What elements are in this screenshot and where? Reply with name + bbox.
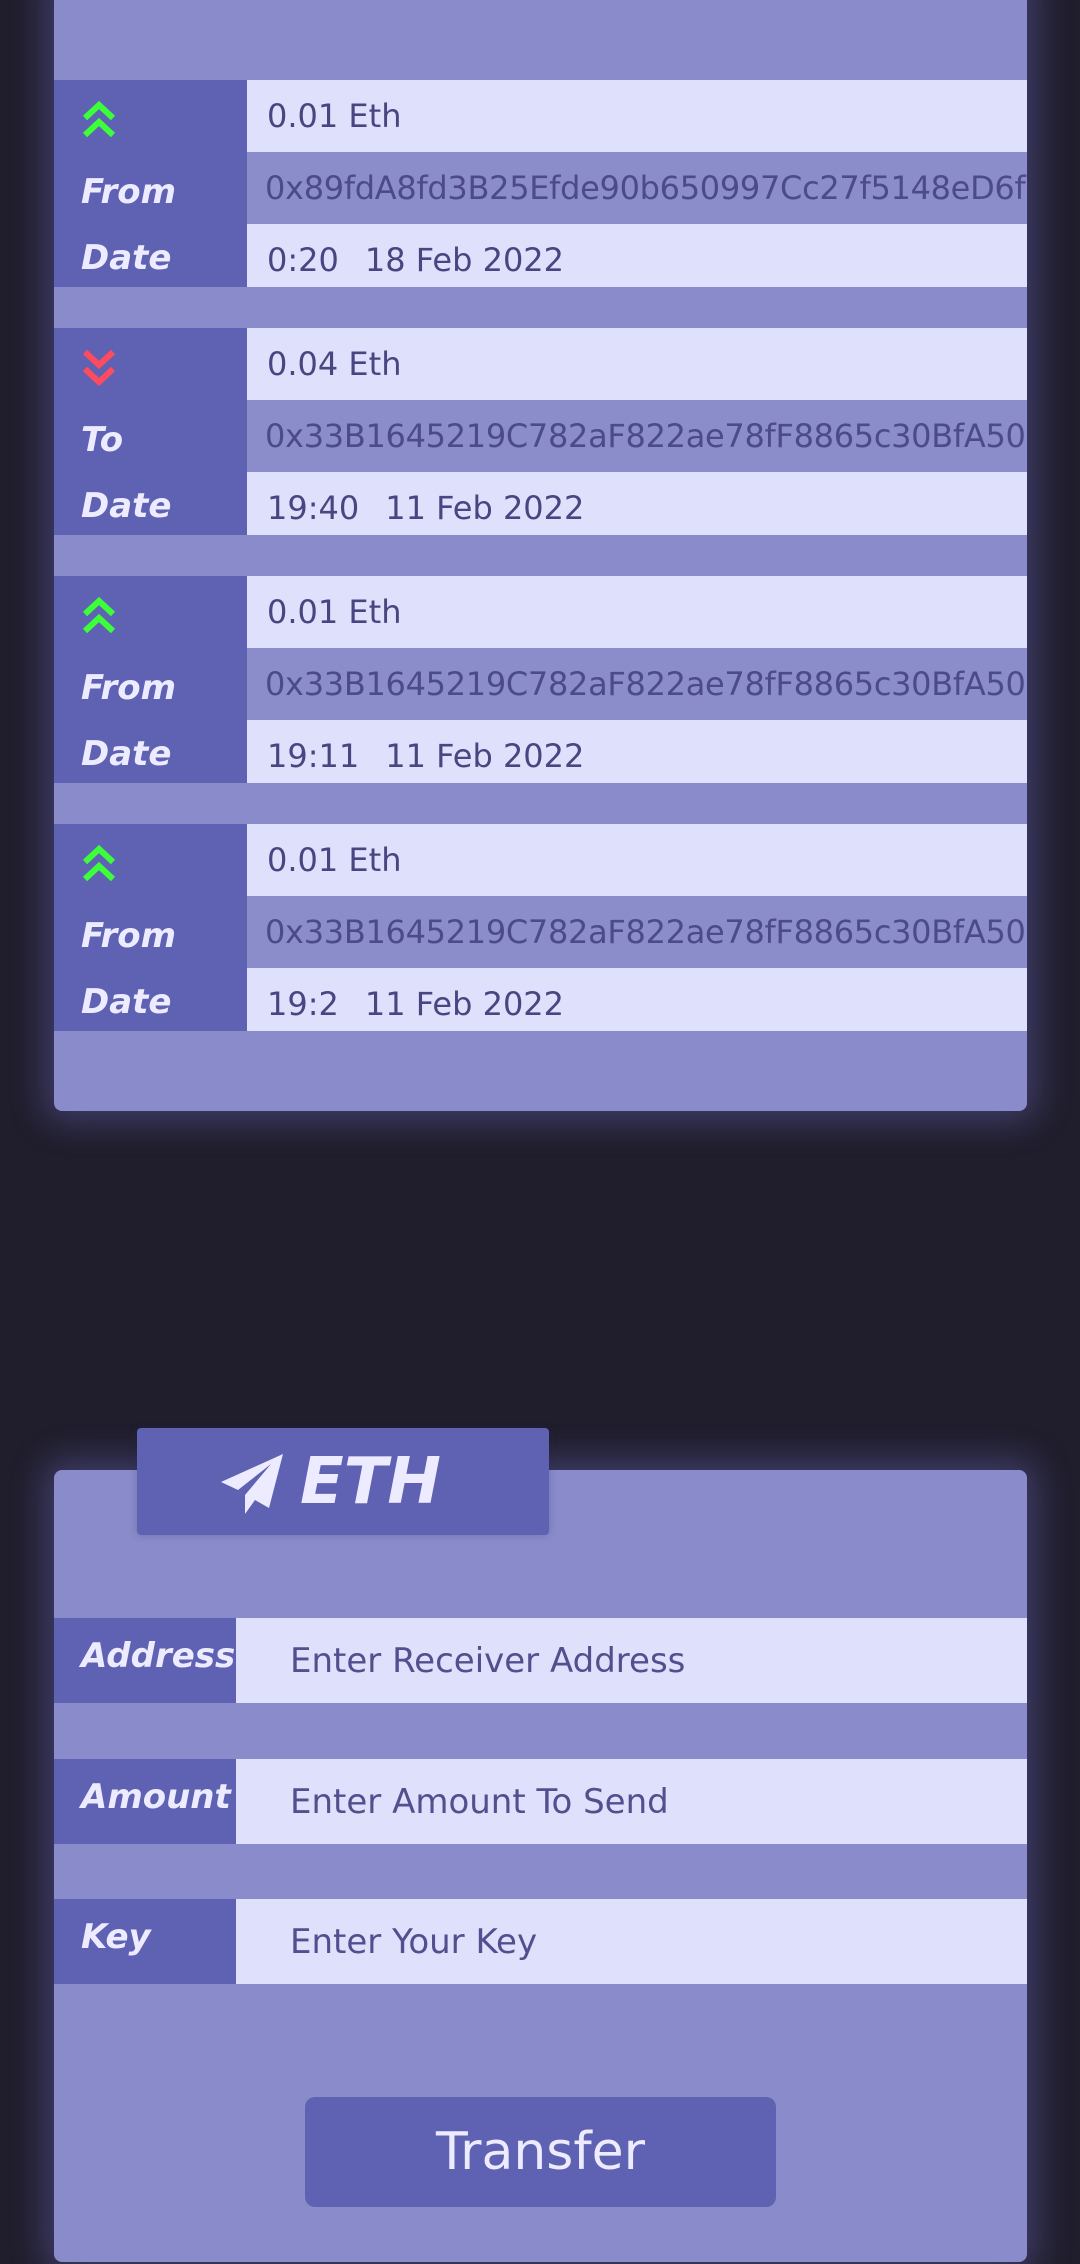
paper-plane-icon <box>221 1454 283 1514</box>
transaction-item: From Date 0.01 Eth 0x33B1645219C782aF822… <box>54 824 1027 1031</box>
amount-label: Amount <box>54 1759 236 1844</box>
transaction-amount: 0.01 Eth <box>247 80 1027 152</box>
address-label: Address <box>54 1618 236 1703</box>
transaction-label-column: From Date <box>54 824 247 1031</box>
address-input[interactable] <box>236 1618 1027 1703</box>
date-label: Date <box>81 486 172 526</box>
double-chevron-up-icon <box>82 596 116 634</box>
transaction-amount: 0.01 Eth <box>247 824 1027 896</box>
transaction-datetime: 0:20 18 Feb 2022 <box>247 224 1027 287</box>
transaction-address: 0x89fdA8fd3B25Efde90b650997Cc27f5148eD6f… <box>247 152 1027 224</box>
amount-field-row: Amount <box>54 1759 1027 1844</box>
transaction-item: From Date 0.01 Eth 0x33B1645219C782aF822… <box>54 576 1027 783</box>
transaction-date: 11 Feb 2022 <box>385 489 585 527</box>
transaction-time: 19:2 <box>267 985 339 1023</box>
transaction-address: 0x33B1645219C782aF822ae78fF8865c30BfA508… <box>247 400 1027 472</box>
key-label: Key <box>54 1899 236 1984</box>
transaction-label-column: To Date <box>54 328 247 535</box>
amount-input[interactable] <box>236 1759 1027 1844</box>
transaction-datetime: 19:2 11 Feb 2022 <box>247 968 1027 1031</box>
send-form-header: ETH <box>137 1428 549 1535</box>
transaction-label-column: From Date <box>54 576 247 783</box>
transaction-label-column: From Date <box>54 80 247 287</box>
transaction-time: 0:20 <box>267 241 339 279</box>
transaction-time: 19:11 <box>267 737 360 775</box>
transaction-date: 11 Feb 2022 <box>385 737 585 775</box>
transaction-amount: 0.04 Eth <box>247 328 1027 400</box>
party-label: From <box>81 668 177 708</box>
party-label: To <box>81 420 124 460</box>
double-chevron-up-icon <box>82 844 116 882</box>
transaction-address: 0x33B1645219C782aF822ae78fF8865c30BfA508… <box>247 896 1027 968</box>
transaction-address: 0x33B1645219C782aF822ae78fF8865c30BfA508… <box>247 648 1027 720</box>
transaction-date: 11 Feb 2022 <box>364 985 565 1023</box>
address-field-row: Address <box>54 1618 1027 1703</box>
transfer-button[interactable]: Transfer <box>305 2097 776 2207</box>
send-form-title: ETH <box>300 1445 441 1519</box>
transaction-datetime: 19:11 11 Feb 2022 <box>247 720 1027 783</box>
date-label: Date <box>81 734 172 774</box>
transaction-item: From Date 0.01 Eth 0x89fdA8fd3B25Efde90b… <box>54 80 1027 287</box>
date-label: Date <box>81 982 172 1022</box>
transaction-amount: 0.01 Eth <box>247 576 1027 648</box>
transaction-datetime: 19:40 11 Feb 2022 <box>247 472 1027 535</box>
date-label: Date <box>81 238 172 278</box>
transaction-date: 18 Feb 2022 <box>364 241 565 279</box>
key-input[interactable] <box>236 1899 1027 1984</box>
double-chevron-down-icon <box>82 349 116 387</box>
transaction-item: To Date 0.04 Eth 0x33B1645219C782aF822ae… <box>54 328 1027 535</box>
party-label: From <box>81 916 177 956</box>
key-field-row: Key <box>54 1899 1027 1984</box>
double-chevron-up-icon <box>82 100 116 138</box>
transaction-time: 19:40 <box>267 489 360 527</box>
party-label: From <box>81 172 177 212</box>
